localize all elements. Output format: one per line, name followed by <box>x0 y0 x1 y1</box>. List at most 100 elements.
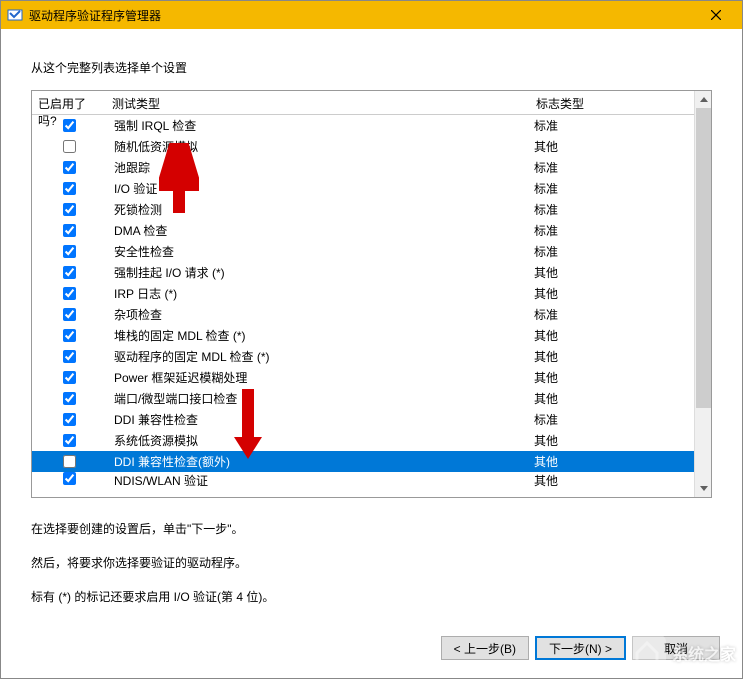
column-header-test[interactable]: 测试类型 <box>106 91 530 114</box>
window: 驱动程序验证程序管理器 从这个完整列表选择单个设置 已启用了吗? 测试类型 标志… <box>0 0 743 679</box>
enabled-checkbox[interactable] <box>63 371 76 384</box>
cell-test: 杂项检查 <box>106 306 530 323</box>
next-button[interactable]: 下一步(N) > <box>535 636 626 660</box>
scroll-down-button[interactable] <box>695 480 712 497</box>
cell-enabled <box>32 245 106 258</box>
listview-body: 强制 IRQL 检查标准随机低资源模拟其他池跟踪标准I/O 验证标准死锁检测标准… <box>32 115 694 497</box>
enabled-checkbox[interactable] <box>63 434 76 447</box>
enabled-checkbox[interactable] <box>63 266 76 279</box>
cell-test: IRP 日志 (*) <box>106 285 530 302</box>
table-row[interactable]: 驱动程序的固定 MDL 检查 (*)其他 <box>32 346 694 367</box>
enabled-checkbox[interactable] <box>63 350 76 363</box>
cell-test: NDIS/WLAN 验证 <box>106 472 530 489</box>
table-row[interactable]: 池跟踪标准 <box>32 157 694 178</box>
cell-flag: 标准 <box>530 180 694 197</box>
cell-test: DMA 检查 <box>106 222 530 239</box>
help-line-1: 在选择要创建的设置后，单击"下一步"。 <box>31 520 712 538</box>
cell-enabled <box>32 350 106 363</box>
cell-test: 死锁检测 <box>106 201 530 218</box>
cell-enabled <box>32 266 106 279</box>
cell-enabled <box>32 224 106 237</box>
table-row[interactable]: IRP 日志 (*)其他 <box>32 283 694 304</box>
cell-enabled <box>32 455 106 468</box>
cell-flag: 其他 <box>530 390 694 407</box>
cell-enabled <box>32 392 106 405</box>
cell-flag: 其他 <box>530 138 694 155</box>
enabled-checkbox[interactable] <box>63 287 76 300</box>
enabled-checkbox[interactable] <box>63 329 76 342</box>
cell-flag: 其他 <box>530 432 694 449</box>
cell-test: I/O 验证 <box>106 180 530 197</box>
cell-enabled <box>32 371 106 384</box>
table-row[interactable]: 随机低资源模拟其他 <box>32 136 694 157</box>
enabled-checkbox[interactable] <box>63 392 76 405</box>
table-row[interactable]: 死锁检测标准 <box>32 199 694 220</box>
table-row[interactable]: NDIS/WLAN 验证其他 <box>32 472 694 490</box>
cell-flag: 标准 <box>530 411 694 428</box>
cell-enabled <box>32 140 106 153</box>
table-row[interactable]: DDI 兼容性检查(额外)其他 <box>32 451 694 472</box>
enabled-checkbox[interactable] <box>63 245 76 258</box>
cell-flag: 标准 <box>530 306 694 323</box>
listview-content: 已启用了吗? 测试类型 标志类型 强制 IRQL 检查标准随机低资源模拟其他池跟… <box>32 91 694 497</box>
cell-test: 堆栈的固定 MDL 检查 (*) <box>106 327 530 344</box>
cell-flag: 标准 <box>530 201 694 218</box>
enabled-checkbox[interactable] <box>63 308 76 321</box>
back-button[interactable]: < 上一步(B) <box>441 636 529 660</box>
table-row[interactable]: DMA 检查标准 <box>32 220 694 241</box>
table-row[interactable]: 堆栈的固定 MDL 检查 (*)其他 <box>32 325 694 346</box>
cell-enabled <box>32 434 106 447</box>
scroll-thumb[interactable] <box>696 108 711 408</box>
chevron-up-icon <box>700 97 708 102</box>
table-row[interactable]: 安全性检查标准 <box>32 241 694 262</box>
titlebar: 驱动程序验证程序管理器 <box>1 1 742 29</box>
scroll-up-button[interactable] <box>695 91 712 108</box>
cell-test: 随机低资源模拟 <box>106 138 530 155</box>
instruction-text: 从这个完整列表选择单个设置 <box>31 59 712 76</box>
enabled-checkbox[interactable] <box>63 224 76 237</box>
cancel-button[interactable]: 取消 <box>632 636 720 660</box>
cell-test: DDI 兼容性检查(额外) <box>106 453 530 470</box>
column-header-enabled[interactable]: 已启用了吗? <box>32 91 106 114</box>
cell-enabled <box>32 119 106 132</box>
cell-flag: 标准 <box>530 117 694 134</box>
listview-header: 已启用了吗? 测试类型 标志类型 <box>32 91 694 115</box>
enabled-checkbox[interactable] <box>63 472 76 485</box>
table-row[interactable]: I/O 验证标准 <box>32 178 694 199</box>
table-row[interactable]: 强制 IRQL 检查标准 <box>32 115 694 136</box>
enabled-checkbox[interactable] <box>63 455 76 468</box>
chevron-down-icon <box>700 486 708 491</box>
cell-test: DDI 兼容性检查 <box>106 411 530 428</box>
table-row[interactable]: 端口/微型端口接口检查其他 <box>32 388 694 409</box>
table-row[interactable]: 强制挂起 I/O 请求 (*)其他 <box>32 262 694 283</box>
enabled-checkbox[interactable] <box>63 413 76 426</box>
button-bar: < 上一步(B) 下一步(N) > 取消 <box>441 636 720 660</box>
table-row[interactable]: Power 框架延迟模糊处理其他 <box>32 367 694 388</box>
enabled-checkbox[interactable] <box>63 182 76 195</box>
cell-test: 强制挂起 I/O 请求 (*) <box>106 264 530 281</box>
enabled-checkbox[interactable] <box>63 161 76 174</box>
table-row[interactable]: 杂项检查标准 <box>32 304 694 325</box>
cell-flag: 标准 <box>530 243 694 260</box>
close-icon <box>711 10 721 20</box>
table-row[interactable]: DDI 兼容性检查标准 <box>32 409 694 430</box>
cell-test: 强制 IRQL 检查 <box>106 117 530 134</box>
help-text: 在选择要创建的设置后，单击"下一步"。 然后，将要求你选择要验证的驱动程序。 标… <box>31 520 712 606</box>
close-button[interactable] <box>696 1 736 29</box>
table-row[interactable]: 系统低资源模拟其他 <box>32 430 694 451</box>
cell-flag: 其他 <box>530 369 694 386</box>
cell-enabled <box>32 413 106 426</box>
column-header-flag[interactable]: 标志类型 <box>530 91 694 114</box>
cell-flag: 其他 <box>530 472 694 489</box>
cell-enabled <box>32 161 106 174</box>
enabled-checkbox[interactable] <box>63 140 76 153</box>
help-line-2: 然后，将要求你选择要验证的驱动程序。 <box>31 554 712 572</box>
cell-flag: 标准 <box>530 222 694 239</box>
enabled-checkbox[interactable] <box>63 119 76 132</box>
settings-listview[interactable]: 已启用了吗? 测试类型 标志类型 强制 IRQL 检查标准随机低资源模拟其他池跟… <box>31 90 712 498</box>
cell-flag: 其他 <box>530 348 694 365</box>
enabled-checkbox[interactable] <box>63 203 76 216</box>
help-line-3: 标有 (*) 的标记还要求启用 I/O 验证(第 4 位)。 <box>31 588 712 606</box>
vertical-scrollbar[interactable] <box>694 91 711 497</box>
cell-enabled <box>32 472 106 485</box>
